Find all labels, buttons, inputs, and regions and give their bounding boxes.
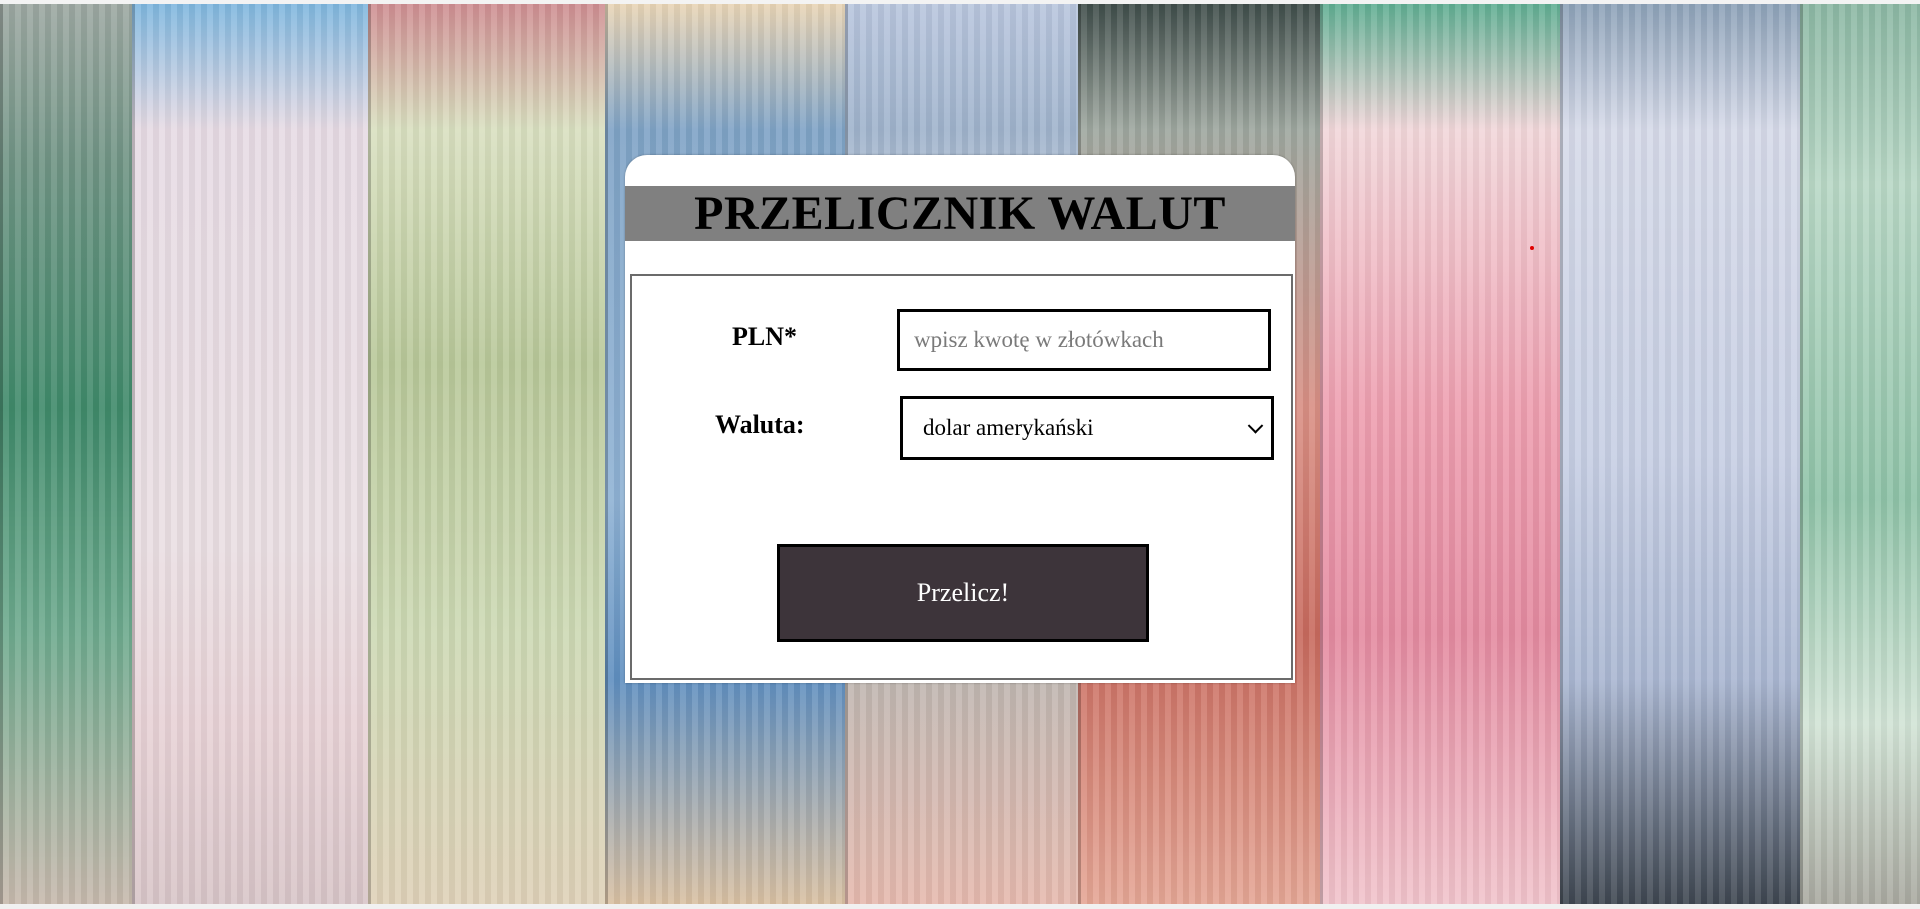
currency-select-value: dolar amerykański (923, 415, 1094, 440)
banknote-roll (0, 4, 132, 904)
banknote-roll (368, 4, 605, 904)
banknote-roll (1800, 4, 1920, 904)
banknote-roll (132, 4, 368, 904)
mouse-cursor-marker (1530, 246, 1534, 250)
page-bottom-strip (0, 904, 1920, 909)
currency-select[interactable]: dolar amerykański (900, 396, 1274, 460)
chevron-down-icon (1247, 418, 1264, 434)
amount-input[interactable] (897, 309, 1271, 371)
currency-converter-card: PRZELICZNIK WALUT PLN* Waluta: dolar ame… (625, 155, 1295, 683)
amount-label: PLN* (732, 322, 797, 351)
banknote-roll (1320, 4, 1560, 904)
page: PRZELICZNIK WALUT PLN* Waluta: dolar ame… (0, 0, 1920, 909)
converter-form: PLN* Waluta: dolar amerykański Przelicz! (630, 274, 1293, 680)
banknote-roll (1560, 4, 1800, 904)
currency-label: Waluta: (715, 410, 805, 439)
page-title: PRZELICZNIK WALUT (694, 187, 1226, 240)
convert-button[interactable]: Przelicz! (777, 544, 1149, 642)
title-band: PRZELICZNIK WALUT (625, 186, 1295, 241)
